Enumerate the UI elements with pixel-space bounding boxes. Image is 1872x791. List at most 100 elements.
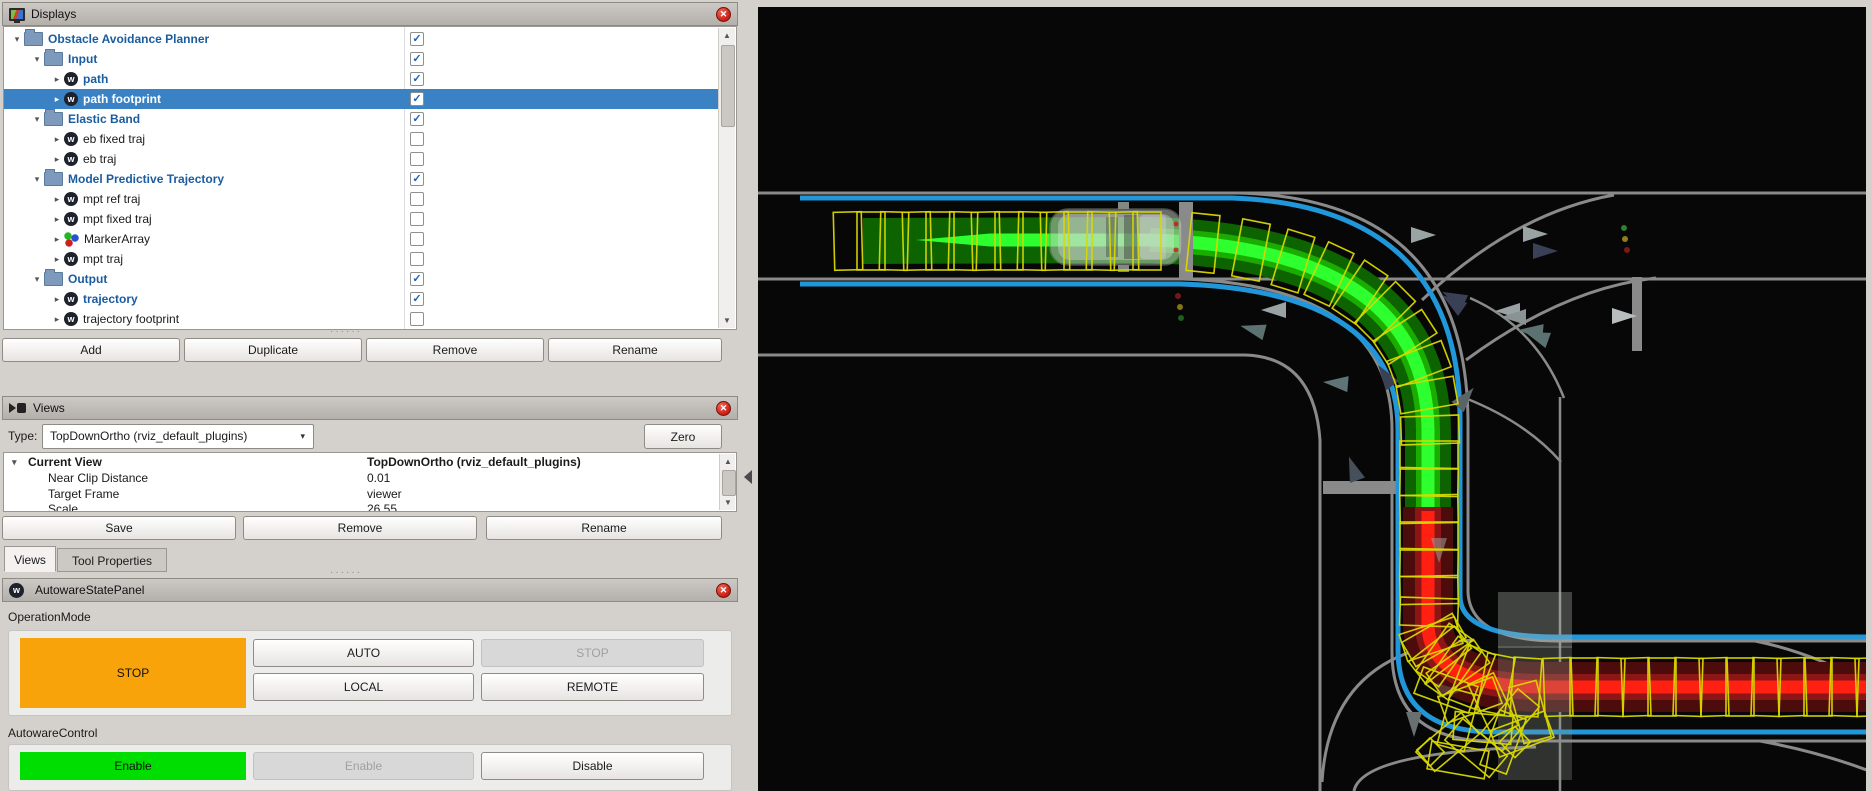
expander-icon[interactable] <box>50 209 64 229</box>
checkbox[interactable] <box>410 172 424 186</box>
tree-item-obstacle-avoidance-planner[interactable]: Obstacle Avoidance Planner <box>4 29 719 49</box>
autoware-display-icon: w <box>64 212 78 226</box>
checkbox[interactable] <box>410 272 424 286</box>
view-type-value: TopDownOrtho (rviz_default_plugins) <box>50 429 248 443</box>
views-panel-title: Views <box>33 401 65 415</box>
displays-tree: Obstacle Avoidance Planner Input wpath w… <box>3 26 737 330</box>
autoware-display-icon: w <box>64 292 78 306</box>
splitter-handle-dots[interactable]: ······ <box>330 567 362 578</box>
viewport-top-border <box>758 0 1872 7</box>
close-icon[interactable]: ✕ <box>716 7 731 22</box>
marker-array-icon <box>64 231 79 247</box>
stop-button: STOP <box>481 639 704 667</box>
scroll-down-icon[interactable]: ▼ <box>719 313 735 328</box>
property-row[interactable]: Near Clip Distance 0.01 <box>4 470 718 486</box>
expander-icon[interactable] <box>50 149 64 169</box>
checkbox[interactable] <box>410 292 424 306</box>
tree-item-output[interactable]: Output <box>4 269 719 289</box>
type-label: Type: <box>8 429 38 443</box>
scrollbar-thumb[interactable] <box>721 45 735 127</box>
autoware-display-icon: w <box>64 192 78 206</box>
auto-button[interactable]: AUTO <box>253 639 474 667</box>
remote-button[interactable]: REMOTE <box>481 673 704 701</box>
panel-splitter[interactable] <box>740 0 758 791</box>
checkbox[interactable] <box>410 52 424 66</box>
tree-item-path-footprint[interactable]: wpath footprint <box>4 89 719 109</box>
tree-item-mpt-ref-traj[interactable]: wmpt ref traj <box>4 189 719 209</box>
folder-icon <box>44 49 63 66</box>
displays-panel-header[interactable]: Displays ✕ <box>2 2 738 26</box>
tab-tool-properties[interactable]: Tool Properties <box>57 548 167 572</box>
expander-icon[interactable] <box>50 189 64 209</box>
autoware-icon: w <box>9 582 24 598</box>
collapse-arrow-icon[interactable] <box>744 470 752 484</box>
expander-icon[interactable] <box>30 169 44 189</box>
tree-item-eb-fixed-traj[interactable]: web fixed traj <box>4 129 719 149</box>
checkbox[interactable] <box>410 112 424 126</box>
remove-view-button[interactable]: Remove <box>243 516 477 540</box>
tree-item-mpt-fixed-traj[interactable]: wmpt fixed traj <box>4 209 719 229</box>
checkbox[interactable] <box>410 32 424 46</box>
expander-icon[interactable] <box>30 49 44 69</box>
expander-icon[interactable] <box>50 69 64 89</box>
checkbox[interactable] <box>410 192 424 206</box>
checkbox[interactable] <box>410 152 424 166</box>
scroll-down-icon[interactable]: ▼ <box>720 495 736 510</box>
expander-icon[interactable] <box>50 249 64 269</box>
tree-scrollbar[interactable]: ▲ ▼ <box>718 28 735 328</box>
properties-scrollbar[interactable]: ▲ ▼ <box>719 454 736 510</box>
expander-icon[interactable] <box>50 229 64 249</box>
expander-icon[interactable] <box>50 129 64 149</box>
checkbox[interactable] <box>410 212 424 226</box>
operation-mode-state-stop: STOP <box>20 638 246 708</box>
views-panel-header[interactable]: Views ✕ <box>2 396 738 420</box>
tab-views[interactable]: Views <box>4 546 56 572</box>
autoware-state-panel-header[interactable]: w AutowareStatePanel ✕ <box>2 578 738 602</box>
close-icon[interactable]: ✕ <box>716 583 731 598</box>
chevron-down-icon: ▾ <box>300 431 305 441</box>
tree-item-model-predictive-trajectory[interactable]: Model Predictive Trajectory <box>4 169 719 189</box>
checkbox[interactable] <box>410 72 424 86</box>
autoware-control-state-enable: Enable <box>20 752 246 780</box>
close-icon[interactable]: ✕ <box>716 401 731 416</box>
expander-icon[interactable] <box>30 109 44 129</box>
zero-button[interactable]: Zero <box>644 424 722 449</box>
checkbox[interactable] <box>410 312 424 326</box>
property-row[interactable]: Target Frame viewer <box>4 486 718 502</box>
view-type-dropdown[interactable]: TopDownOrtho (rviz_default_plugins) ▾ <box>42 424 314 449</box>
expander-icon[interactable] <box>10 29 24 49</box>
tree-item-path[interactable]: wpath <box>4 69 719 89</box>
disable-button[interactable]: Disable <box>481 752 704 780</box>
tree-item-mpt-traj[interactable]: wmpt traj <box>4 249 719 269</box>
save-view-button[interactable]: Save <box>2 516 236 540</box>
expander-icon[interactable] <box>50 309 64 329</box>
operation-mode-label: OperationMode <box>8 610 91 624</box>
tree-item-elastic-band[interactable]: Elastic Band <box>4 109 719 129</box>
checkbox[interactable] <box>410 92 424 106</box>
tree-item-trajectory[interactable]: wtrajectory <box>4 289 719 309</box>
tree-item-eb-traj[interactable]: web traj <box>4 149 719 169</box>
tree-item-input[interactable]: Input <box>4 49 719 69</box>
expander-icon[interactable] <box>50 289 64 309</box>
rename-button[interactable]: Rename <box>548 338 722 362</box>
expander-icon[interactable] <box>50 89 64 109</box>
scroll-up-icon[interactable]: ▲ <box>720 454 736 469</box>
expander-icon[interactable] <box>30 269 44 289</box>
checkbox[interactable] <box>410 232 424 246</box>
remove-button[interactable]: Remove <box>366 338 544 362</box>
splitter-handle-dots[interactable]: ······ <box>330 326 362 337</box>
local-button[interactable]: LOCAL <box>253 673 474 701</box>
3d-viewport[interactable] <box>758 0 1866 791</box>
folder-icon <box>44 169 63 186</box>
property-row[interactable]: Current View TopDownOrtho (rviz_default_… <box>4 454 718 470</box>
tree-item-markerarray[interactable]: MarkerArray <box>4 229 719 249</box>
checkbox[interactable] <box>410 252 424 266</box>
duplicate-button[interactable]: Duplicate <box>184 338 362 362</box>
checkbox[interactable] <box>410 132 424 146</box>
scroll-up-icon[interactable]: ▲ <box>719 28 735 43</box>
add-button[interactable]: Add <box>2 338 180 362</box>
rename-view-button[interactable]: Rename <box>486 516 722 540</box>
current-view-properties: Current View TopDownOrtho (rviz_default_… <box>3 452 737 512</box>
scrollbar-thumb[interactable] <box>722 470 736 496</box>
property-row[interactable]: Scale 26.55 <box>4 501 718 511</box>
